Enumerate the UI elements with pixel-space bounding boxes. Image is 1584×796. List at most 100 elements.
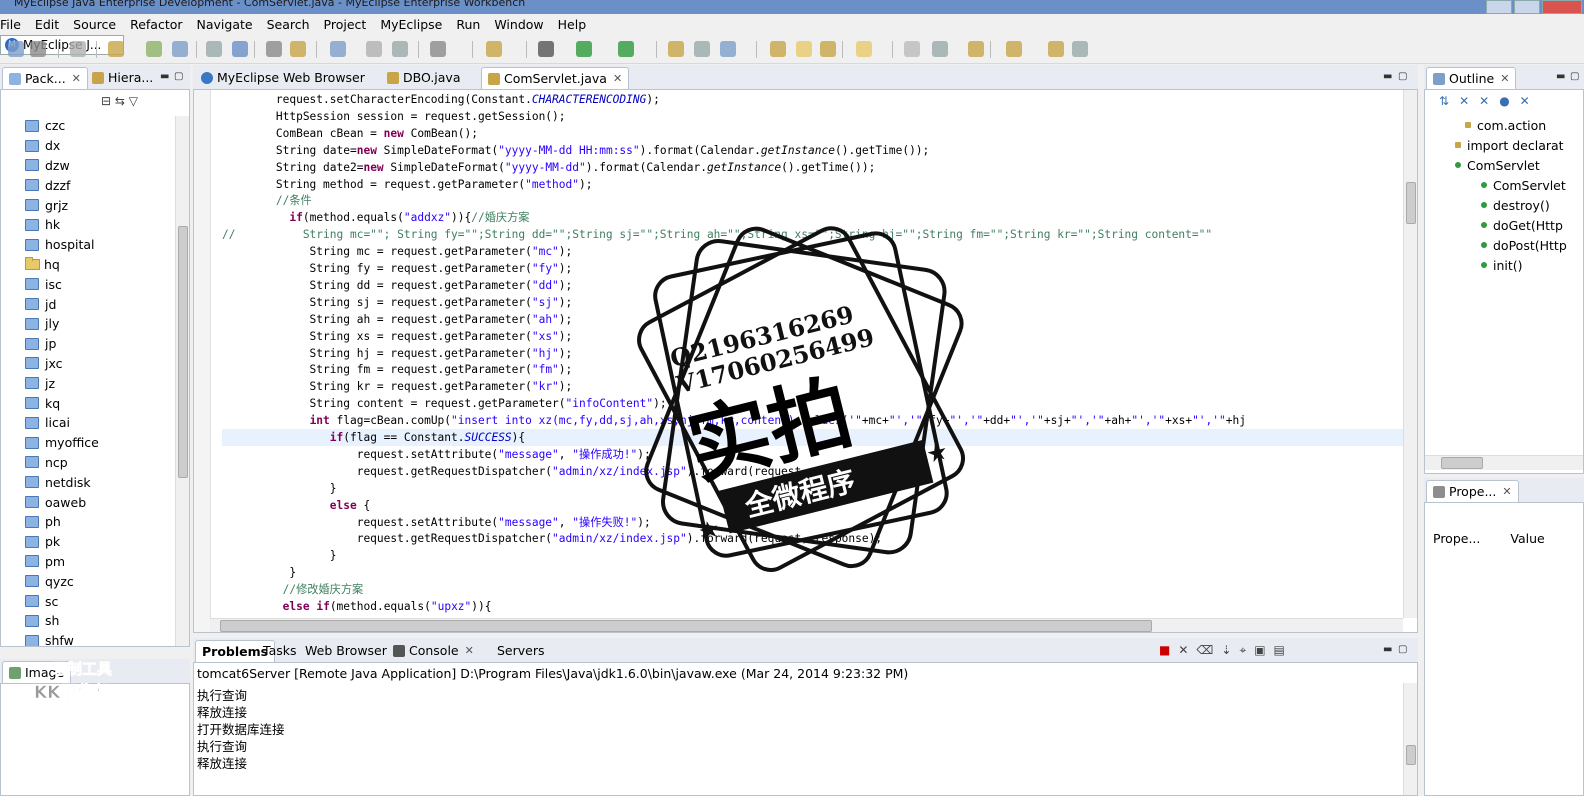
tree-item[interactable]: myoffice — [1, 433, 179, 453]
annotation-icon[interactable] — [968, 41, 984, 57]
run-ext-icon[interactable] — [618, 41, 634, 57]
close-icon[interactable]: ✕ — [1502, 485, 1511, 498]
maximize-editor-icon[interactable]: ▢ — [1398, 71, 1407, 82]
terminate-icon[interactable]: ■ — [1159, 643, 1178, 657]
forward-icon[interactable] — [1072, 41, 1088, 57]
outline-item[interactable]: ComServlet — [1455, 156, 1540, 174]
minimize-view-icon[interactable]: ▬ — [1556, 71, 1565, 82]
open-console-icon[interactable]: ▤ — [1274, 643, 1293, 657]
tree-item[interactable]: isc — [1, 274, 179, 294]
maximize-view-icon[interactable]: ▢ — [174, 71, 183, 82]
tree-item[interactable]: licai — [1, 413, 179, 433]
package-icon[interactable] — [108, 41, 124, 57]
outline-item[interactable]: destroy() — [1481, 196, 1550, 214]
menu-search[interactable]: Search — [260, 17, 317, 32]
open-icon[interactable] — [796, 41, 812, 57]
minimize-button[interactable] — [1486, 0, 1512, 14]
remove-launch-icon[interactable]: ✕ — [1178, 643, 1196, 657]
tree-item[interactable]: sh — [1, 611, 179, 631]
back-icon[interactable] — [1048, 41, 1064, 57]
tree-item[interactable]: kq — [1, 393, 179, 413]
web-icon[interactable] — [330, 41, 346, 57]
tab-servers[interactable]: Servers — [491, 640, 551, 661]
menu-source[interactable]: Source — [66, 17, 123, 32]
hide-local-icon[interactable]: ✕ — [1520, 94, 1540, 108]
menu-myeclipse[interactable]: MyEclipse — [373, 17, 449, 32]
tab-hierarchy[interactable]: Hiera... — [86, 67, 159, 88]
menu-project[interactable]: Project — [317, 17, 374, 32]
outline-hscrollbar[interactable] — [1425, 455, 1583, 470]
tree-item[interactable]: dx — [1, 136, 179, 156]
view-icon[interactable] — [932, 41, 948, 57]
task-icon[interactable] — [366, 41, 382, 57]
pin-console-icon[interactable]: ⌖ — [1239, 643, 1254, 657]
tree-item[interactable]: jly — [1, 314, 179, 334]
outline-item[interactable]: com.action — [1465, 116, 1546, 134]
close-icon[interactable]: ✕ — [1500, 72, 1509, 85]
scrollbar-thumb[interactable] — [1406, 182, 1416, 224]
tree-item[interactable]: hq — [1, 255, 179, 275]
scroll-lock-icon[interactable]: ⇣ — [1221, 643, 1239, 657]
open-type-icon[interactable] — [694, 41, 710, 57]
outline-item[interactable]: doPost(Http — [1481, 236, 1567, 254]
tab-package-explorer[interactable]: Pack... ✕ — [2, 67, 88, 89]
tree-item[interactable]: sc — [1, 591, 179, 611]
minimize-view-icon[interactable]: ▬ — [1383, 644, 1392, 655]
outline-item[interactable]: doGet(Http — [1481, 216, 1563, 234]
view-menu-icon[interactable]: ▽ — [129, 94, 138, 108]
tree-item[interactable]: czc — [1, 116, 179, 136]
tree-item[interactable]: hk — [1, 215, 179, 235]
close-icon[interactable]: ✕ — [72, 72, 81, 85]
console-scrollbar[interactable] — [1403, 683, 1417, 795]
tree-item[interactable]: dzzf — [1, 175, 179, 195]
tree-item[interactable]: jd — [1, 294, 179, 314]
tree-item[interactable]: jxc — [1, 354, 179, 374]
tab-properties[interactable]: Prope... ✕ — [1426, 480, 1519, 502]
maximize-button[interactable] — [1514, 0, 1540, 14]
menu-refactor[interactable]: Refactor — [123, 17, 189, 32]
hide-nonpublic-icon[interactable]: ● — [1499, 94, 1519, 108]
link-editor-icon[interactable]: ⇆ — [115, 94, 125, 108]
new-icon[interactable] — [8, 41, 24, 57]
close-icon[interactable]: ✕ — [613, 72, 622, 85]
value-column-header[interactable]: Value — [1510, 531, 1544, 546]
tab-web-browser[interactable]: MyEclipse Web Browser — [195, 67, 371, 88]
menu-edit[interactable]: Edit — [28, 17, 66, 32]
tab-outline[interactable]: Outline ✕ — [1426, 67, 1517, 89]
console-view[interactable]: tomcat6Server [Remote Java Application] … — [193, 662, 1418, 796]
package-scrollbar[interactable] — [175, 116, 189, 646]
display-console-icon[interactable]: ▣ — [1254, 643, 1273, 657]
sort-icon[interactable]: ⇅ — [1439, 94, 1459, 108]
build-icon[interactable] — [430, 41, 446, 57]
tree-item[interactable]: ncp — [1, 453, 179, 473]
run-icon[interactable] — [576, 41, 592, 57]
menu-help[interactable]: Help — [551, 17, 594, 32]
outline-item[interactable]: import declarat — [1455, 136, 1564, 154]
editor-hscrollbar[interactable] — [210, 618, 1403, 632]
bean-icon[interactable] — [290, 41, 306, 57]
deploy-icon[interactable] — [206, 41, 222, 57]
toggle-icon[interactable] — [904, 41, 920, 57]
scrollbar-thumb[interactable] — [1441, 457, 1483, 469]
close-button[interactable] — [1542, 0, 1582, 14]
browser-icon[interactable] — [232, 41, 248, 57]
tree-item[interactable]: grjz — [1, 195, 179, 215]
scrollbar-thumb[interactable] — [1406, 745, 1416, 765]
folder-icon[interactable] — [770, 41, 786, 57]
scrollbar-thumb[interactable] — [178, 226, 188, 478]
next-icon[interactable] — [1006, 41, 1022, 57]
tree-item[interactable]: dzw — [1, 156, 179, 176]
tree-item[interactable]: jp — [1, 334, 179, 354]
outline-item[interactable]: ComServlet — [1481, 176, 1566, 194]
refresh-icon[interactable] — [266, 41, 282, 57]
tab-tasks[interactable]: Tasks — [257, 640, 303, 661]
edit-icon[interactable] — [856, 41, 872, 57]
class-icon[interactable] — [720, 41, 736, 57]
scrollbar-thumb[interactable] — [220, 620, 1152, 632]
menu-file[interactable]: File — [0, 17, 28, 32]
settings-icon[interactable] — [486, 41, 502, 57]
tab-image[interactable]: Image — [2, 661, 72, 683]
hide-static-icon[interactable]: ✕ — [1479, 94, 1499, 108]
tab-comservlet-java[interactable]: ComServlet.java ✕ — [481, 67, 630, 89]
tab-web-browser[interactable]: Web Browser — [299, 640, 393, 661]
